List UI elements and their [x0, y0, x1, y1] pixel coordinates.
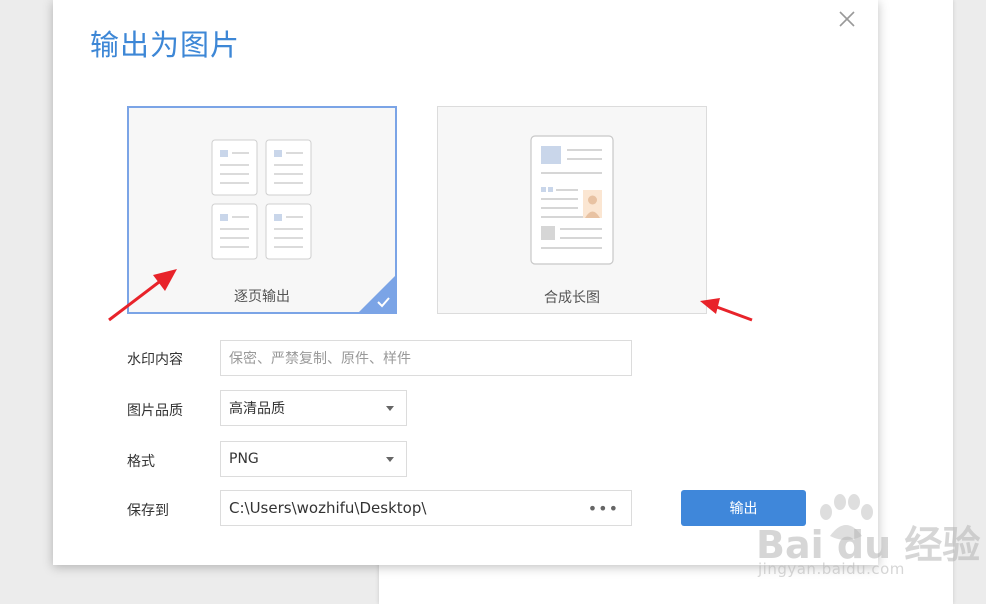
- save-path-value: C:\Users\wozhifu\Desktop\: [229, 499, 427, 517]
- browse-dots-icon[interactable]: •••: [588, 499, 619, 518]
- quality-label: 图片品质: [127, 403, 183, 419]
- annotation-arrow-left-icon: [108, 269, 177, 322]
- format-value: PNG: [229, 451, 259, 467]
- mode-card-long-image[interactable]: 合成长图: [437, 106, 707, 314]
- format-label: 格式: [127, 454, 155, 470]
- annotation-arrow-right-icon: [700, 298, 753, 322]
- save-path-input[interactable]: C:\Users\wozhifu\Desktop\ •••: [220, 490, 632, 526]
- mode-label-long-image: 合成长图: [544, 290, 600, 306]
- format-select[interactable]: PNG: [220, 441, 407, 477]
- multi-page-icon: [211, 138, 315, 266]
- quality-select[interactable]: 高清品质: [220, 390, 407, 426]
- chevron-down-icon: [386, 406, 394, 411]
- close-icon[interactable]: [836, 8, 858, 30]
- dialog-title: 输出为图片: [90, 28, 241, 62]
- save-to-label: 保存到: [127, 503, 169, 519]
- selected-check-icon: [359, 276, 395, 312]
- watermark-label: 水印内容: [127, 352, 183, 368]
- watermark-input[interactable]: 保密、严禁复制、原件、样件: [220, 340, 632, 376]
- export-button[interactable]: 输出: [681, 490, 806, 526]
- chevron-down-icon: [386, 457, 394, 462]
- quality-value: 高清品质: [229, 401, 285, 417]
- watermark-placeholder: 保密、严禁复制、原件、样件: [229, 351, 411, 367]
- long-image-icon: [530, 135, 614, 269]
